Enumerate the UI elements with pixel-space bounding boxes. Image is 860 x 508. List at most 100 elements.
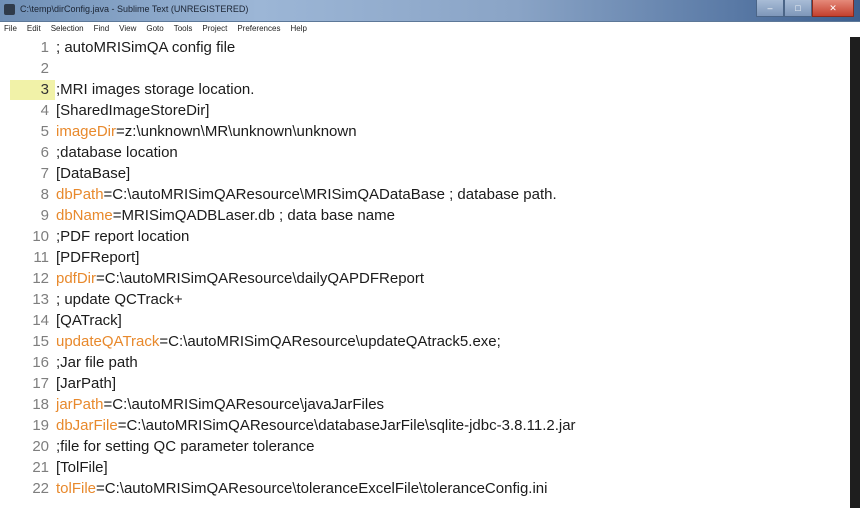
code-text[interactable]: ; autoMRISimQA config file	[56, 39, 235, 56]
code-text[interactable]: [PDFReport]	[56, 249, 139, 266]
config-value: [PDFReport]	[56, 249, 140, 266]
code-line[interactable]: 18 jarPath=C:\autoMRISimQAResource\javaJa…	[0, 394, 850, 415]
code-line[interactable]: 16 ;Jar file path	[0, 352, 850, 373]
code-line[interactable]: 21 [TolFile]	[0, 457, 850, 478]
code-text[interactable]: ;database location	[56, 144, 178, 161]
maximize-button[interactable]: □	[784, 0, 812, 17]
line-number: 20	[32, 438, 49, 455]
line-number: 4	[40, 102, 49, 119]
line-number: 14	[32, 312, 49, 329]
config-value: [SharedImageStoreDir]	[56, 102, 210, 119]
config-value: ; autoMRISimQA config file	[56, 39, 236, 56]
code-line[interactable]: 19 dbJarFile=C:\autoMRISimQAResource\data…	[0, 415, 850, 436]
code-text[interactable]: [QATrack]	[56, 312, 122, 329]
code-text[interactable]: dbPath=C:\autoMRISimQAResource\MRISimQAD…	[56, 186, 557, 203]
code-line[interactable]: 5 imageDir=z:\unknown\MR\unknown\unknown	[0, 121, 850, 142]
config-value: [QATrack]	[56, 312, 122, 329]
line-number: 9	[40, 207, 49, 224]
code-line[interactable]: 11 [PDFReport]	[0, 247, 850, 268]
code-line[interactable]: 15 updateQATrack=C:\autoMRISimQAResource\…	[0, 331, 850, 352]
menu-selection[interactable]: Selection	[51, 24, 84, 33]
code-line[interactable]: 9 dbName=MRISimQADBLaser.db ; data base n…	[0, 205, 850, 226]
code-line[interactable]: 12 pdfDir=C:\autoMRISimQAResource\dailyQA…	[0, 268, 850, 289]
code-line[interactable]: 17 [JarPath]	[0, 373, 850, 394]
menu-project[interactable]: Project	[202, 24, 227, 33]
code-text[interactable]: [SharedImageStoreDir]	[56, 102, 209, 119]
menu-help[interactable]: Help	[290, 24, 306, 33]
code-editor[interactable]: 1 ; autoMRISimQA config file 2 3 ;MRI images…	[0, 37, 850, 508]
code-line[interactable]: 8 dbPath=C:\autoMRISimQAResource\MRISimQA…	[0, 184, 850, 205]
minimize-button[interactable]: –	[756, 0, 784, 17]
menu-bar: File Edit Selection Find View Goto Tools…	[0, 22, 860, 35]
config-key: pdfDir	[56, 270, 97, 287]
code-text[interactable]: ;file for setting QC parameter tolerance	[56, 438, 314, 455]
menu-find[interactable]: Find	[94, 24, 110, 33]
config-key: updateQATrack	[56, 333, 160, 350]
code-text[interactable]: [DataBase]	[56, 165, 130, 182]
code-text[interactable]: jarPath=C:\autoMRISimQAResource\javaJarF…	[56, 396, 384, 413]
line-number: 21	[32, 459, 49, 476]
config-value: =C:\autoMRISimQAResource\javaJarFiles	[103, 396, 385, 413]
config-value: [DataBase]	[56, 165, 131, 182]
config-value: =MRISimQADBLaser.db ; data base name	[112, 207, 395, 224]
app-icon	[4, 4, 15, 15]
code-text[interactable]: imageDir=z:\unknown\MR\unknown\unknown	[56, 123, 357, 140]
code-line[interactable]: 6 ;database location	[0, 142, 850, 163]
config-value: ;Jar file path	[56, 354, 138, 371]
menu-goto[interactable]: Goto	[146, 24, 163, 33]
code-line[interactable]: 1 ; autoMRISimQA config file	[0, 37, 850, 58]
line-number: 22	[32, 480, 49, 497]
line-number: 5	[40, 123, 49, 140]
menu-file[interactable]: File	[4, 24, 17, 33]
config-key: dbJarFile	[56, 417, 118, 434]
config-key: jarPath	[56, 396, 104, 413]
code-text[interactable]: ;Jar file path	[56, 354, 138, 371]
code-text[interactable]: [TolFile]	[56, 459, 108, 476]
code-text[interactable]: updateQATrack=C:\autoMRISimQAResource\up…	[56, 333, 501, 350]
code-text[interactable]: pdfDir=C:\autoMRISimQAResource\dailyQAPD…	[56, 270, 424, 287]
code-text[interactable]: ;PDF report location	[56, 228, 189, 245]
line-number: 16	[32, 354, 49, 371]
code-line[interactable]: 4 [SharedImageStoreDir]	[0, 100, 850, 121]
code-line[interactable]: 13 ; update QCTrack+	[0, 289, 850, 310]
code-line[interactable]: 22 tolFile=C:\autoMRISimQAResource\tolera…	[0, 478, 850, 499]
menu-edit[interactable]: Edit	[27, 24, 41, 33]
menu-tools[interactable]: Tools	[174, 24, 193, 33]
config-value: ; update QCTrack+	[56, 291, 183, 308]
line-number: 8	[40, 186, 49, 203]
line-number: 11	[33, 249, 49, 266]
code-line[interactable]: 10 ;PDF report location	[0, 226, 850, 247]
code-text[interactable]: ;MRI images storage location.	[56, 81, 254, 98]
title-bar[interactable]: C:\temp\dirConfig.java - Sublime Text (U…	[0, 0, 860, 22]
line-number: 3	[40, 81, 49, 98]
code-line[interactable]: 20 ;file for setting QC parameter toleran…	[0, 436, 850, 457]
code-text[interactable]: dbName=MRISimQADBLaser.db ; data base na…	[56, 207, 395, 224]
close-button[interactable]: ✕	[812, 0, 854, 17]
code-line[interactable]: 2	[0, 58, 850, 79]
config-value: ;file for setting QC parameter tolerance	[56, 438, 315, 455]
line-number: 1	[40, 39, 49, 56]
config-key: dbPath	[56, 186, 104, 203]
line-number: 2	[40, 60, 49, 77]
config-key: imageDir	[56, 123, 117, 140]
code-text[interactable]: dbJarFile=C:\autoMRISimQAResource\databa…	[56, 417, 576, 434]
config-value: ;PDF report location	[56, 228, 190, 245]
scrollbar[interactable]	[850, 37, 860, 508]
code-line[interactable]: 3 ;MRI images storage location.	[0, 79, 850, 100]
code-line[interactable]: 7 [DataBase]	[0, 163, 850, 184]
code-text[interactable]: ; update QCTrack+	[56, 291, 183, 308]
config-value: =z:\unknown\MR\unknown\unknown	[116, 123, 357, 140]
config-value: =C:\autoMRISimQAResource\dailyQAPDFRepor…	[96, 270, 425, 287]
line-number: 6	[40, 144, 49, 161]
line-number: 12	[32, 270, 49, 287]
menu-view[interactable]: View	[119, 24, 136, 33]
code-text[interactable]: [JarPath]	[56, 375, 116, 392]
config-value: =C:\autoMRISimQAResource\databaseJarFile…	[117, 417, 576, 434]
window-title: C:\temp\dirConfig.java - Sublime Text (U…	[20, 4, 249, 14]
line-number: 7	[40, 165, 49, 182]
menu-preferences[interactable]: Preferences	[237, 24, 280, 33]
config-value: [JarPath]	[56, 375, 117, 392]
line-number: 19	[32, 417, 49, 434]
code-line[interactable]: 14 [QATrack]	[0, 310, 850, 331]
code-text[interactable]: tolFile=C:\autoMRISimQAResource\toleranc…	[56, 480, 547, 497]
